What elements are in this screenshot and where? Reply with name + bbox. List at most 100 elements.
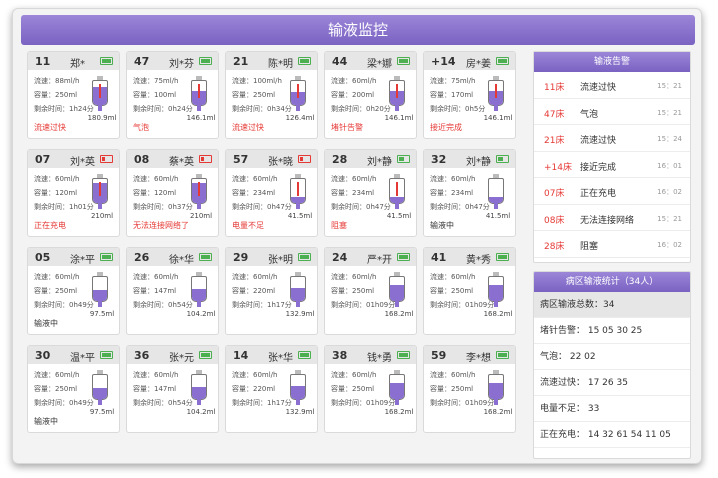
bed-number: 41 xyxy=(431,251,447,264)
alarm-indicator-icon xyxy=(99,84,101,98)
card-status: 阻塞 xyxy=(331,221,347,230)
card-header: 38 钱*勇 xyxy=(325,346,416,364)
bed-card[interactable]: 14 张*华 流速：60ml/h 容量：220ml 剩余时间：1h17分 132.9ml xyxy=(225,345,318,433)
remaining-time-row: 剩余时间：1h24分 xyxy=(34,105,94,113)
iv-bag-icon xyxy=(290,76,306,112)
bed-card[interactable]: 11 郑* 流速：88ml/h 容量：250ml 剩余时间：1h24分 180.9ml 流速… xyxy=(27,51,120,139)
card-header: 57 张*晓 xyxy=(226,150,317,168)
bed-card[interactable]: 47 刘*芬 流速：75ml/h 容量：100ml 剩余时间：0h24分 146.1ml 气… xyxy=(126,51,219,139)
remaining-time-row: 剩余时间：1h01分 xyxy=(34,203,94,211)
volume-row: 容量：200ml xyxy=(331,91,375,99)
alert-item[interactable]: 28床 阻塞 16：02 xyxy=(534,231,690,258)
card-header: 44 梁*娜 xyxy=(325,52,416,70)
bag-remaining-volume: 132.9ml xyxy=(285,408,315,416)
card-status: 流速过快 xyxy=(34,123,66,132)
card-status: 输液中 xyxy=(34,417,58,426)
bed-card[interactable]: 08 蔡*英 流速：60ml/h 容量：120ml 剩余时间：0h37分 210ml 无法连… xyxy=(126,149,219,237)
patient-name: 黄*秀 xyxy=(466,255,491,266)
battery-icon xyxy=(199,351,212,359)
bed-card[interactable]: 57 张*晓 流速：60ml/h 容量：234ml 剩余时间：0h47分 41.5ml 电量… xyxy=(225,149,318,237)
card-header: 11 郑* xyxy=(28,52,119,70)
bed-card[interactable]: 21 陈*明 流速：100ml/h 容量：250ml 剩余时间：0h34分 126.4ml… xyxy=(225,51,318,139)
card-header: 28 刘*静 xyxy=(325,150,416,168)
battery-icon xyxy=(100,253,113,261)
stats-row: 正在充电： 14 32 61 54 11 05 xyxy=(534,422,690,448)
iv-bag-icon xyxy=(389,272,405,308)
patient-name: 房*姜 xyxy=(466,59,491,70)
card-header: 14 张*华 xyxy=(226,346,317,364)
flow-rate-row: 流速：60ml/h xyxy=(331,77,377,85)
remaining-time-row: 剩余时间：01h09分 xyxy=(331,399,396,407)
volume-row: 容量：250ml xyxy=(34,385,78,393)
card-header: 29 张*明 xyxy=(226,248,317,266)
card-header: 41 黄*秀 xyxy=(424,248,515,266)
bag-remaining-volume: 168.2ml xyxy=(483,310,513,318)
alert-panel: 输液告警 11床 流速过快 15：21 47床 气泡 15：21 21床 流速过快 15：24 +… xyxy=(533,51,691,263)
battery-icon xyxy=(496,57,509,65)
stats-row: 病区输液总数：34 xyxy=(534,292,690,318)
bed-number: 36 xyxy=(134,349,150,362)
alarm-indicator-icon xyxy=(198,84,200,98)
bed-card[interactable]: 38 钱*勇 流速：60ml/h 容量：250ml 剩余时间：01h09分 168.2ml xyxy=(324,345,417,433)
volume-row: 容量：234ml xyxy=(331,189,375,197)
alarm-indicator-icon xyxy=(495,84,497,98)
alert-bed: 11床 xyxy=(544,83,565,93)
bed-card[interactable]: 28 刘*静 流速：60ml/h 容量：234ml 剩余时间：0h47分 41.5ml 阻塞 xyxy=(324,149,417,237)
alert-message: 气泡 xyxy=(580,109,599,120)
alert-time: 15：21 xyxy=(657,82,682,90)
bed-number: 59 xyxy=(431,349,447,362)
bed-card[interactable]: 44 梁*娜 流速：60ml/h 容量：200ml 剩余时间：0h20分 146.1ml 堵… xyxy=(324,51,417,139)
patient-name: 李*想 xyxy=(466,353,491,364)
patient-name: 刘*芬 xyxy=(169,59,194,70)
bed-card[interactable]: 26 徐*华 流速：60ml/h 容量：147ml 剩余时间：0h54分 104.2ml xyxy=(126,247,219,335)
card-header: 07 刘*英 xyxy=(28,150,119,168)
bed-card[interactable]: 05 涂*平 流速：60ml/h 容量：250ml 剩余时间：0h49分 97.5ml 输液… xyxy=(27,247,120,335)
battery-icon xyxy=(397,57,410,65)
battery-icon xyxy=(397,253,410,261)
flow-rate-row: 流速：60ml/h xyxy=(232,175,278,183)
bed-card[interactable]: 29 张*明 流速：60ml/h 容量：220ml 剩余时间：1h17分 132.9ml xyxy=(225,247,318,335)
flow-rate-row: 流速：60ml/h xyxy=(34,371,80,379)
bed-card[interactable]: 24 严*开 流速：60ml/h 容量：250ml 剩余时间：01h09分 168.2ml xyxy=(324,247,417,335)
bed-card[interactable]: 36 张*元 流速：60ml/h 容量：147ml 剩余时间：0h54分 104.2ml xyxy=(126,345,219,433)
flow-rate-row: 流速：60ml/h xyxy=(430,175,476,183)
battery-icon xyxy=(199,57,212,65)
alert-message: 阻塞 xyxy=(580,242,599,252)
alert-item[interactable]: +14床 接近完成 16：01 xyxy=(534,152,690,178)
bed-card[interactable]: +14 房*姜 流速：75ml/h 容量：170ml 剩余时间：0h5分 146.1ml 接… xyxy=(423,51,516,139)
alert-item[interactable]: 21床 流速过快 15：24 xyxy=(534,125,690,152)
remaining-time-row: 剩余时间：0h5分 xyxy=(430,105,486,113)
flow-rate-row: 流速：60ml/h xyxy=(430,371,476,379)
bed-card[interactable]: 07 刘*英 流速：60ml/h 容量：120ml 剩余时间：1h01分 210ml 正在充… xyxy=(27,149,120,237)
stats-panel-title: 病区输液统计（34人） xyxy=(534,272,690,292)
patient-name: 张*明 xyxy=(268,255,293,266)
bed-number: 08 xyxy=(134,153,150,166)
flow-rate-row: 流速：60ml/h xyxy=(232,273,278,281)
bed-card-grid: 11 郑* 流速：88ml/h 容量：250ml 剩余时间：1h24分 180.9ml 流速… xyxy=(27,51,531,461)
volume-row: 容量：250ml xyxy=(34,91,78,99)
flow-rate-row: 流速：60ml/h xyxy=(133,371,179,379)
card-header: 24 严*开 xyxy=(325,248,416,266)
bed-number: 44 xyxy=(332,55,348,68)
bed-card[interactable]: 59 李*想 流速：60ml/h 容量：250ml 剩余时间：01h09分 168.2ml xyxy=(423,345,516,433)
card-status: 无法连接网络了 xyxy=(133,221,189,230)
flow-rate-row: 流速：60ml/h xyxy=(430,273,476,281)
battery-icon xyxy=(496,155,509,163)
alert-item[interactable]: 07床 正在充电 16：02 xyxy=(534,178,690,205)
alert-message: 流速过快 xyxy=(580,136,617,146)
stats-row: 电量不足： 33 xyxy=(534,396,690,422)
bag-remaining-volume: 168.2ml xyxy=(483,408,513,416)
alert-item[interactable]: 11床 流速过快 15：21 xyxy=(534,72,690,99)
card-status: 输液中 xyxy=(430,221,454,230)
card-header: 36 张*元 xyxy=(127,346,218,364)
alert-item[interactable]: 08床 无法连接网络 15：21 xyxy=(534,205,690,231)
iv-bag-icon xyxy=(488,370,504,406)
battery-icon xyxy=(298,253,311,261)
patient-name: 张*华 xyxy=(268,353,293,364)
bed-card[interactable]: 32 刘*静 流速：60ml/h 容量：234ml 剩余时间：0h47分 41.5ml 输液… xyxy=(423,149,516,237)
bed-card[interactable]: 30 温*平 流速：60ml/h 容量：250ml 剩余时间：0h49分 97.5ml 输液… xyxy=(27,345,120,433)
iv-bag-icon xyxy=(488,174,504,210)
bed-card[interactable]: 41 黄*秀 流速：60ml/h 容量：250ml 剩余时间：01h09分 168.2ml xyxy=(423,247,516,335)
bag-remaining-volume: 168.2ml xyxy=(384,310,414,318)
alert-item[interactable]: 47床 气泡 15：21 xyxy=(534,99,690,125)
